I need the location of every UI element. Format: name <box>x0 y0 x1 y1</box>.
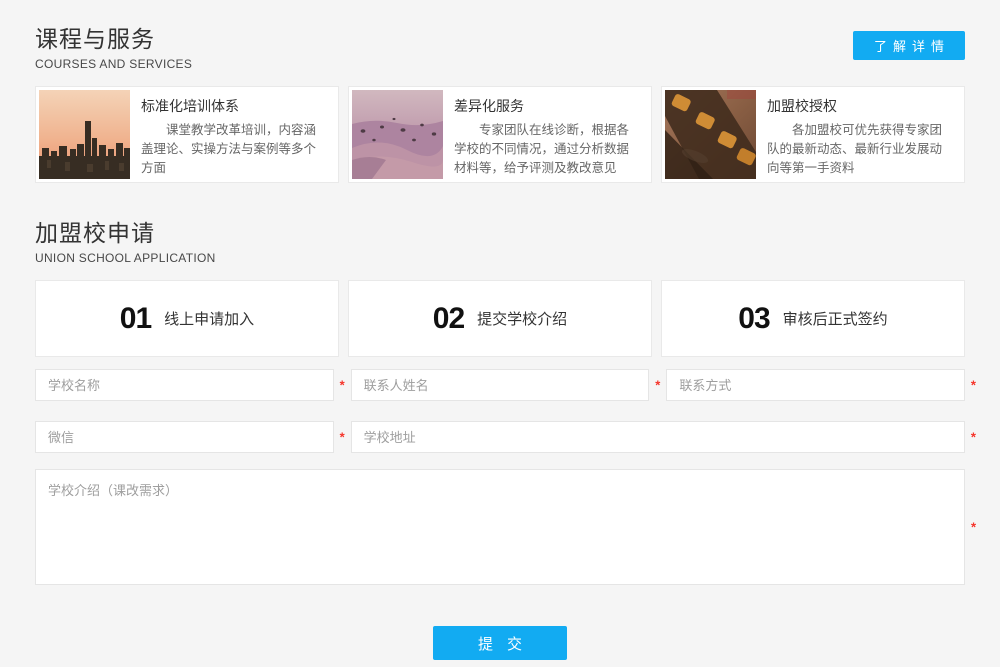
school-name-input[interactable] <box>35 369 334 401</box>
submit-button[interactable]: 提交 <box>433 626 567 660</box>
application-heading-group: 加盟校申请 UNION SCHOOL APPLICATION <box>35 214 965 265</box>
field-contact-method: * <box>666 369 965 401</box>
card-franchise-authorization: 加盟校授权 各加盟校可优先获得专家团队的最新动态、最新行业发展动向等第一手资料 <box>661 86 965 183</box>
application-title: 加盟校申请 <box>35 214 965 248</box>
step-number: 01 <box>120 302 151 336</box>
step-label: 提交学校介绍 <box>477 308 567 329</box>
step-number: 03 <box>738 302 769 336</box>
courses-title: 课程与服务 <box>35 20 192 54</box>
course-cards-row: 标准化培训体系 课堂教学改革培训，内容涵盖理论、实操方法与案例等多个方面 <box>35 86 965 183</box>
card-title: 差异化服务 <box>454 96 638 116</box>
application-subtitle: UNION SCHOOL APPLICATION <box>35 251 965 265</box>
field-school-name: * <box>35 369 334 401</box>
contact-name-input[interactable] <box>351 369 650 401</box>
card-text-block: 差异化服务 专家团队在线诊断，根据各学校的不同情况，通过分析数据材料等，给予评测… <box>443 90 648 179</box>
card-description: 各加盟校可优先获得专家团队的最新动态、最新行业发展动向等第一手资料 <box>767 121 951 177</box>
application-form: * * * * * <box>35 369 965 660</box>
courses-section: 课程与服务 COURSES AND SERVICES 了解详情 <box>35 20 965 183</box>
step-apply-online: 01 线上申请加入 <box>35 280 339 357</box>
required-asterisk: * <box>971 430 976 445</box>
form-fields-grid: * * * * * <box>35 369 965 453</box>
school-intro-textarea[interactable] <box>35 469 965 585</box>
courses-heading-group: 课程与服务 COURSES AND SERVICES <box>35 20 192 71</box>
submit-row: 提交 <box>35 626 965 660</box>
city-skyline-image <box>39 90 130 179</box>
card-text-block: 标准化培训体系 课堂教学改革培训，内容涵盖理论、实操方法与案例等多个方面 <box>130 90 335 179</box>
field-school-address: * <box>351 421 965 453</box>
school-address-input[interactable] <box>351 421 965 453</box>
courses-subtitle: COURSES AND SERVICES <box>35 57 192 71</box>
card-standardized-training: 标准化培训体系 课堂教学改革培训，内容涵盖理论、实操方法与案例等多个方面 <box>35 86 339 183</box>
card-text-block: 加盟校授权 各加盟校可优先获得专家团队的最新动态、最新行业发展动向等第一手资料 <box>756 90 961 179</box>
card-title: 标准化培训体系 <box>141 96 325 116</box>
required-asterisk: * <box>655 378 660 393</box>
learn-more-button[interactable]: 了解详情 <box>853 31 965 60</box>
card-title: 加盟校授权 <box>767 96 951 116</box>
step-sign-contract: 03 审核后正式签约 <box>661 280 965 357</box>
step-label: 线上申请加入 <box>164 308 254 329</box>
page: 课程与服务 COURSES AND SERVICES 了解详情 <box>0 0 1000 660</box>
application-section: 加盟校申请 UNION SCHOOL APPLICATION 01 线上申请加入… <box>35 214 965 660</box>
step-submit-intro: 02 提交学校介绍 <box>348 280 652 357</box>
field-school-intro: * <box>35 469 965 585</box>
desert-dunes-image <box>352 90 443 179</box>
required-asterisk: * <box>971 378 976 393</box>
required-asterisk: * <box>340 430 345 445</box>
card-description: 专家团队在线诊断，根据各学校的不同情况，通过分析数据材料等，给予评测及教改意见 <box>454 121 638 177</box>
wechat-input[interactable] <box>35 421 334 453</box>
card-description: 课堂教学改革培训，内容涵盖理论、实操方法与案例等多个方面 <box>141 121 325 177</box>
required-asterisk: * <box>340 378 345 393</box>
field-contact-name: * <box>351 369 650 401</box>
field-wechat: * <box>35 421 334 453</box>
required-asterisk: * <box>971 520 976 535</box>
step-number: 02 <box>433 302 464 336</box>
courses-section-header: 课程与服务 COURSES AND SERVICES 了解详情 <box>35 20 965 71</box>
application-steps-row: 01 线上申请加入 02 提交学校介绍 03 审核后正式签约 <box>35 280 965 357</box>
card-differentiated-service: 差异化服务 专家团队在线诊断，根据各学校的不同情况，通过分析数据材料等，给予评测… <box>348 86 652 183</box>
contact-method-input[interactable] <box>666 369 965 401</box>
step-label: 审核后正式签约 <box>783 308 888 329</box>
film-strip-image <box>665 90 756 179</box>
